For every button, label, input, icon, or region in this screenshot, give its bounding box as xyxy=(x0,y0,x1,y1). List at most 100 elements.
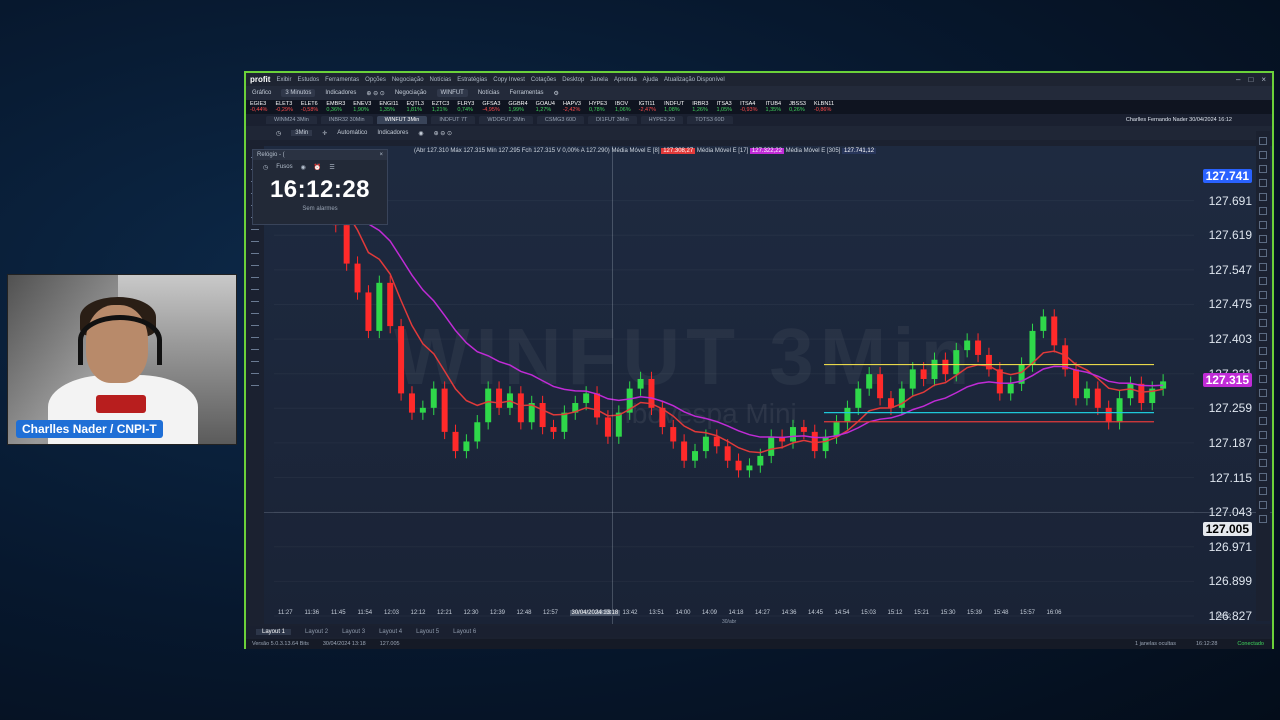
ticker-item[interactable]: JBSS3 0,26% xyxy=(789,101,806,113)
chart-tab[interactable]: TOTS3 60D xyxy=(687,116,733,124)
eye-icon[interactable]: ◉ xyxy=(418,130,423,137)
menu-bar: Exibir Estudos Ferramentas Opções Negociação… xyxy=(276,77,724,83)
menu-item[interactable]: Desktop xyxy=(562,77,584,83)
trading-button[interactable]: Negociação xyxy=(395,90,427,96)
price-tag: 127.741 xyxy=(1202,168,1252,183)
ticker-item[interactable]: ENEV3 1,90% xyxy=(353,101,371,113)
ticker-item[interactable]: ENGI11 1,35% xyxy=(379,101,398,113)
menu-item[interactable]: Atualização Disponível xyxy=(664,77,725,83)
chart-tab[interactable]: WINFUT 3Min xyxy=(376,116,428,124)
ticker-item[interactable]: IBOV 1,06% xyxy=(615,101,631,113)
ticker-item[interactable]: GGBR4 1,99% xyxy=(508,101,527,113)
chart-tab[interactable]: WINM24 3Min xyxy=(266,116,317,124)
tools-button[interactable]: Ferramentas xyxy=(510,90,544,96)
settings-icon[interactable]: ⚙ xyxy=(554,90,559,97)
menu-item[interactable]: Ajuda xyxy=(643,77,658,83)
ticker-item[interactable]: EQTL3 1,81% xyxy=(406,101,423,113)
clock-close-icon[interactable]: × xyxy=(379,152,387,158)
zoom-icon[interactable]: ⊕ ⊖ ⊙ xyxy=(366,90,384,97)
ticker-item[interactable]: HAPV3 -2,42% xyxy=(563,101,581,113)
ticker-item[interactable]: EZTC3 1,21% xyxy=(432,101,449,113)
list-icon[interactable]: ☰ xyxy=(329,164,334,171)
layout-tab[interactable]: Layout 3 xyxy=(342,629,365,635)
candle-body xyxy=(354,263,361,293)
menu-item[interactable]: Aprenda xyxy=(614,77,637,83)
menu-item[interactable]: Exibir xyxy=(276,77,291,83)
ticker-item[interactable]: HYPE3 0,78% xyxy=(589,101,607,113)
chart-tab[interactable]: HYPE3 2D xyxy=(640,116,684,124)
chart-interval[interactable]: 3Min xyxy=(291,130,313,136)
layout-tab[interactable]: Layout 4 xyxy=(379,629,402,635)
chart-tab[interactable]: INDFUT 7T xyxy=(431,116,476,124)
candle-body xyxy=(713,436,720,447)
chart-zoom-icon[interactable]: ⊕ ⊖ ⊙ xyxy=(434,130,452,137)
candle-body xyxy=(594,393,601,418)
menu-item[interactable]: Ferramentas xyxy=(325,77,359,83)
minimize-icon[interactable]: – xyxy=(1236,75,1240,84)
chart-tab[interactable]: WDOFUT 3Min xyxy=(479,116,533,124)
ticker-item[interactable]: INDFUT 1,08% xyxy=(664,101,684,113)
menu-item[interactable]: Opções xyxy=(365,77,386,83)
alarm-icon[interactable]: ⏰ xyxy=(314,164,321,171)
timezone-button[interactable]: Fusos xyxy=(276,164,292,170)
crosshair-vertical xyxy=(612,146,613,624)
candle-body xyxy=(942,359,949,375)
chart-button[interactable]: Gráfico xyxy=(252,90,271,96)
menu-item[interactable]: Copy Invest xyxy=(493,77,525,83)
ticker-item[interactable]: IGTI11 -2,47% xyxy=(639,101,656,113)
menu-item[interactable]: Negociação xyxy=(392,77,424,83)
chart-indicators-button[interactable]: Indicadores xyxy=(377,130,408,136)
interval-selector[interactable]: 3 Minutos xyxy=(281,89,316,97)
menu-item[interactable]: Estudos xyxy=(297,77,319,83)
layout-tab[interactable]: Layout 5 xyxy=(416,629,439,635)
time-tick-label: 15:30 xyxy=(940,610,956,616)
ticker-item[interactable]: EMBR3 0,36% xyxy=(326,101,345,113)
time-tick-label: 16:06 xyxy=(1046,610,1062,616)
ticker-item[interactable]: EGIE3 -0,44% xyxy=(250,101,267,113)
ticker-item[interactable]: GOAU4 1,27% xyxy=(536,101,555,113)
ticker-item[interactable]: FLRY3 0,74% xyxy=(457,101,474,113)
ticker-item[interactable]: KLBN11 -0,86% xyxy=(814,101,834,113)
menu-item[interactable]: Notícias xyxy=(430,77,452,83)
chart-tab[interactable]: INBR32 30Min xyxy=(320,116,373,124)
view-icon[interactable]: ◉ xyxy=(301,164,306,171)
ma-mid-line xyxy=(313,185,1164,439)
layout-tab[interactable]: Layout 6 xyxy=(453,629,476,635)
indicators-button[interactable]: Indicadores xyxy=(325,90,356,96)
clock-widget[interactable]: Relógio - ( × ◷ Fusos ◉ ⏰ ☰ 16:12:28 Sem… xyxy=(252,149,388,225)
ticker-strip: EGIE3 -0,44% ELET3 -0,29% ELET6 -0,58% EMBR3 0,… xyxy=(246,100,1272,114)
chart-tab[interactable]: DI1FUT 3Min xyxy=(588,116,637,124)
menu-item[interactable]: Estratégias xyxy=(457,77,487,83)
ticker-item[interactable]: ITSA4 -0,93% xyxy=(740,101,757,113)
ticker-item[interactable]: ELET6 -0,58% xyxy=(301,101,318,113)
ticker-item[interactable]: ELET3 -0,29% xyxy=(275,101,292,113)
news-button[interactable]: Notícias xyxy=(478,90,500,96)
menu-item[interactable]: Cotações xyxy=(531,77,556,83)
auto-mode[interactable]: Automático xyxy=(337,130,367,136)
clock-settings-icon[interactable]: ◷ xyxy=(263,164,268,171)
crosshair-icon[interactable]: ✛ xyxy=(322,130,327,137)
ma2-value: 127.322,22 xyxy=(749,148,784,154)
price-tick-label: 127.475 xyxy=(1208,297,1252,312)
version-text: Versão 5.0.3.13.64 Bits xyxy=(252,641,309,647)
price-tick-label: 127.403 xyxy=(1208,332,1252,347)
clock-icon[interactable]: ◷ xyxy=(276,130,281,137)
ticker-item[interactable]: IRBR3 1,26% xyxy=(692,101,708,113)
price-tick-label: 127.619 xyxy=(1208,228,1252,243)
ticker-item[interactable]: ITUB4 1,35% xyxy=(766,101,782,113)
hidden-windows[interactable]: 1 janelas ocultas xyxy=(1135,641,1176,647)
maximize-icon[interactable]: □ xyxy=(1248,75,1253,84)
layout-tab[interactable]: Layout 1 xyxy=(256,628,292,635)
right-toolbar[interactable] xyxy=(1256,131,1270,621)
chart-tab[interactable]: CSMG3 60D xyxy=(536,116,585,124)
layout-tab[interactable]: Layout 2 xyxy=(305,629,328,635)
symbol-input[interactable]: WINFUT xyxy=(436,89,468,97)
menu-item[interactable]: Janela xyxy=(590,77,608,83)
ticker-item[interactable]: ITSA3 1,05% xyxy=(716,101,732,113)
status-date: 30/04/2024 13:18 xyxy=(322,641,366,647)
user-info: Charlles Fernando Nader 30/04/2024 16:12 xyxy=(1125,117,1232,123)
candle-body xyxy=(692,451,699,461)
close-icon[interactable]: × xyxy=(1261,75,1266,84)
price-chart[interactable]: WINFUT 3Min Ibovespa Mini (Abr 127.310 M… xyxy=(264,146,1272,624)
ticker-item[interactable]: GFSA3 -4,95% xyxy=(482,101,500,113)
